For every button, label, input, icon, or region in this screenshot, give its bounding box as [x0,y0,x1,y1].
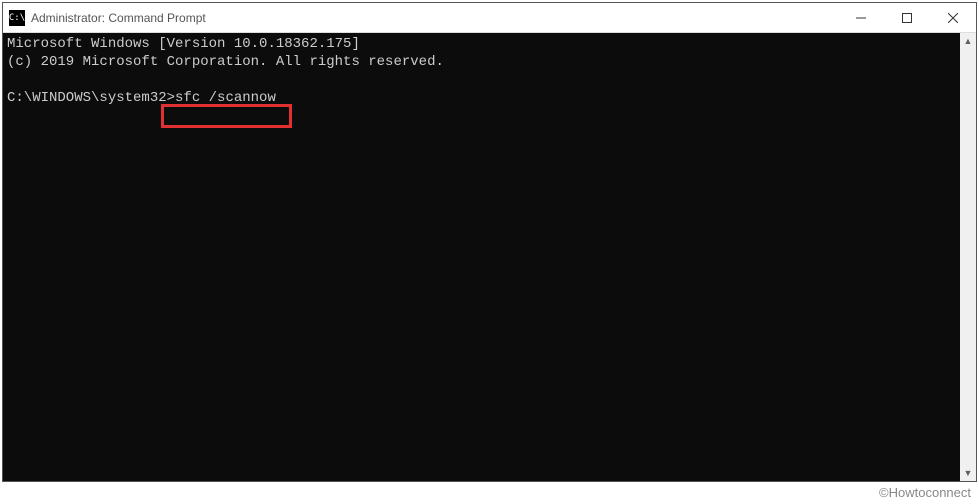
window-title: Administrator: Command Prompt [31,11,838,25]
scroll-up-arrow-icon[interactable]: ▲ [960,33,976,49]
watermark-text: ©Howtoconnect [879,485,971,500]
command-highlight-box [161,104,292,128]
minimize-icon [856,13,866,23]
scroll-down-arrow-icon[interactable]: ▼ [960,465,976,481]
app-icon: C:\ [9,10,25,26]
vertical-scrollbar[interactable]: ▲ ▼ [960,33,976,481]
maximize-icon [902,13,912,23]
version-line: Microsoft Windows [Version 10.0.18362.17… [7,36,360,52]
command-prompt-window: C:\ Administrator: Command Prompt Micros… [2,2,977,482]
window-controls [838,3,976,32]
copyright-line: (c) 2019 Microsoft Corporation. All righ… [7,54,444,70]
titlebar[interactable]: C:\ Administrator: Command Prompt [3,3,976,33]
close-icon [948,13,958,23]
minimize-button[interactable] [838,3,884,32]
console-output[interactable]: Microsoft Windows [Version 10.0.18362.17… [3,33,960,481]
console-area: Microsoft Windows [Version 10.0.18362.17… [3,33,976,481]
close-button[interactable] [930,3,976,32]
maximize-button[interactable] [884,3,930,32]
command-text: sfc /scannow [175,90,276,106]
prompt-text: C:\WINDOWS\system32> [7,90,175,106]
